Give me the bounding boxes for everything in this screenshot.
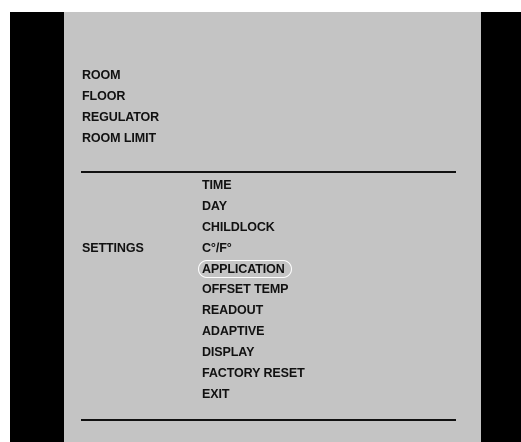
settings-item-day[interactable]: DAY: [202, 198, 227, 214]
settings-item-offset-temp[interactable]: OFFSET TEMP: [202, 281, 289, 297]
menu-item-room[interactable]: ROOM: [82, 67, 121, 83]
settings-item-childlock[interactable]: CHILDLOCK: [202, 219, 275, 235]
menu-panel: ROOM FLOOR REGULATOR ROOM LIMIT SETTINGS…: [64, 12, 481, 442]
settings-item-application-selected[interactable]: APPLICATION: [198, 260, 292, 278]
menu-item-regulator[interactable]: REGULATOR: [82, 109, 159, 125]
menu-divider-top: [81, 171, 456, 173]
settings-item-temperature-unit[interactable]: C°/F°: [202, 240, 232, 256]
right-bezel: [481, 12, 521, 442]
menu-item-room-limit[interactable]: ROOM LIMIT: [82, 130, 156, 146]
menu-item-floor[interactable]: FLOOR: [82, 88, 125, 104]
settings-item-factory-reset[interactable]: FACTORY RESET: [202, 365, 305, 381]
menu-item-settings[interactable]: SETTINGS: [82, 240, 144, 256]
settings-item-time[interactable]: TIME: [202, 177, 232, 193]
left-bezel: [10, 12, 64, 442]
thermostat-screen: ROOM FLOOR REGULATOR ROOM LIMIT SETTINGS…: [0, 0, 521, 442]
settings-item-adaptive[interactable]: ADAPTIVE: [202, 323, 265, 339]
menu-divider-bottom: [81, 419, 456, 421]
settings-item-exit[interactable]: EXIT: [202, 386, 229, 402]
settings-item-display[interactable]: DISPLAY: [202, 344, 254, 360]
settings-item-readout[interactable]: READOUT: [202, 302, 263, 318]
